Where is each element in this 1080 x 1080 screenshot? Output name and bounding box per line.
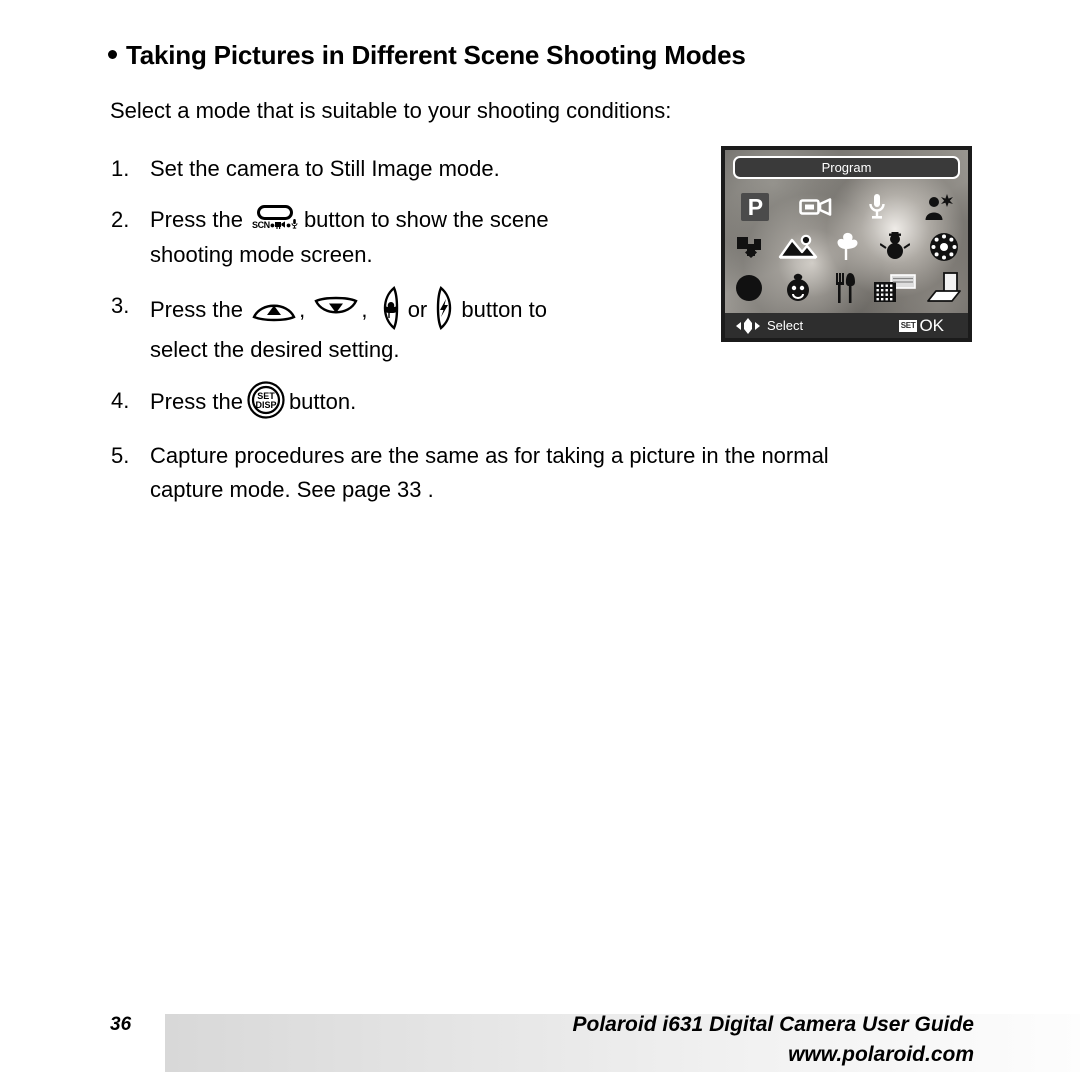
step-number: 3. <box>111 293 130 319</box>
step-separator-2: , <box>361 297 368 322</box>
camera-lcd-screenshot: Program P Select SET OK <box>721 146 972 342</box>
scene-mode-cell[interactable] <box>725 229 774 265</box>
step-number: 4. <box>111 388 130 414</box>
four-way-arrow-icon <box>736 317 760 334</box>
bullet-dot-icon <box>108 49 117 59</box>
scene-mode-cell[interactable] <box>774 229 823 265</box>
select-hint-group: Select <box>735 317 803 335</box>
program-mode-icon: P <box>741 193 770 222</box>
up-arrow-button-icon <box>251 296 297 322</box>
scene-mode-grid: P <box>725 184 968 312</box>
scene-mode-row <box>725 267 968 309</box>
scene-mode-cell[interactable]: P <box>725 189 786 225</box>
select-label: Select <box>767 318 804 333</box>
step-body: Capture procedures are the same as for t… <box>150 439 968 507</box>
scene-mode-cell[interactable] <box>919 270 968 306</box>
food-icon <box>836 273 856 304</box>
footer-url: www.polaroid.com <box>788 1043 974 1066</box>
scene-mode-cell[interactable] <box>871 229 920 265</box>
sports-mode-icon <box>737 237 762 259</box>
step-text-after: button. <box>288 389 357 414</box>
night-portrait-icon <box>925 194 953 221</box>
scene-mode-row <box>725 226 968 268</box>
scene-mode-cell[interactable] <box>786 189 847 225</box>
step-number: 1. <box>111 156 130 181</box>
text-document-icon <box>926 272 961 303</box>
microphone-icon <box>869 194 885 219</box>
flash-right-button-icon <box>434 286 460 331</box>
step-text-line: Press the SET DISP button. <box>150 381 968 422</box>
step-number: 5. <box>111 443 130 469</box>
step-text-line2: capture mode. See page 33 . <box>150 477 434 503</box>
scn-pill-shape <box>256 205 293 221</box>
scn-icon-label: SCN● ● <box>248 219 302 230</box>
step-or-text: or <box>407 297 428 322</box>
list-item: 4. Press the SET DISP button. <box>108 381 968 422</box>
ok-hint-group: SET OK <box>898 315 944 336</box>
lcd-bottom-bar: Select SET OK <box>725 313 968 338</box>
scene-mode-cell[interactable] <box>919 229 968 265</box>
step-text-line: Capture procedures are the same as for t… <box>150 443 829 469</box>
scene-mode-cell[interactable] <box>822 229 871 265</box>
set-badge: SET <box>898 319 918 332</box>
footer-guide-title: Polaroid i631 Digital Camera User Guide <box>572 1013 974 1036</box>
building-night-icon <box>874 274 916 303</box>
step-text-after: button to show the scene <box>303 207 549 232</box>
step-number: 2. <box>111 207 130 232</box>
page-title: Taking Pictures in Different Scene Shoot… <box>108 40 746 71</box>
step-text-before: Press the <box>150 389 243 414</box>
video-camera-glyph <box>274 221 285 230</box>
step-body: Press the SET DISP button. <box>150 381 968 422</box>
fireworks-icon <box>929 233 958 262</box>
scene-mode-cell[interactable] <box>871 270 920 306</box>
lcd-screen-content: Program P Select SET OK <box>725 150 968 338</box>
step-separator-1: , <box>299 297 306 322</box>
step-text-before: Press the <box>150 297 243 322</box>
page-number: 36 <box>110 1014 132 1035</box>
step-text-after: button to <box>461 297 548 322</box>
children-icon <box>786 273 809 302</box>
video-camera-icon <box>799 198 832 216</box>
macro-flower-icon <box>837 233 858 261</box>
scene-mode-cell[interactable] <box>907 189 968 225</box>
night-moon-icon <box>736 275 763 302</box>
macro-left-button-icon <box>375 286 401 331</box>
microphone-glyph <box>291 219 298 229</box>
snow-snowman-icon <box>880 232 911 260</box>
down-arrow-button-icon <box>313 296 359 322</box>
scene-mode-cell[interactable] <box>822 270 871 306</box>
set-disp-button-icon: SET DISP <box>247 381 285 419</box>
step-text-before: Press the <box>150 207 243 232</box>
scene-mode-row: P <box>725 186 968 228</box>
scene-mode-cell[interactable] <box>725 270 774 306</box>
intro-text: Select a mode that is suitable to your s… <box>110 98 672 123</box>
scene-mode-cell[interactable] <box>847 189 908 225</box>
ok-label: OK <box>919 315 944 335</box>
disp-label: DISP <box>255 400 276 410</box>
page-title-text: Taking Pictures in Different Scene Shoot… <box>126 40 746 70</box>
scn-video-voice-button-icon: SCN● ● <box>248 203 302 237</box>
list-item: 5. Capture procedures are the same as fo… <box>108 439 968 507</box>
landscape-icon <box>778 234 818 259</box>
scene-mode-cell[interactable] <box>774 270 823 306</box>
lcd-mode-title: Program <box>733 156 960 179</box>
